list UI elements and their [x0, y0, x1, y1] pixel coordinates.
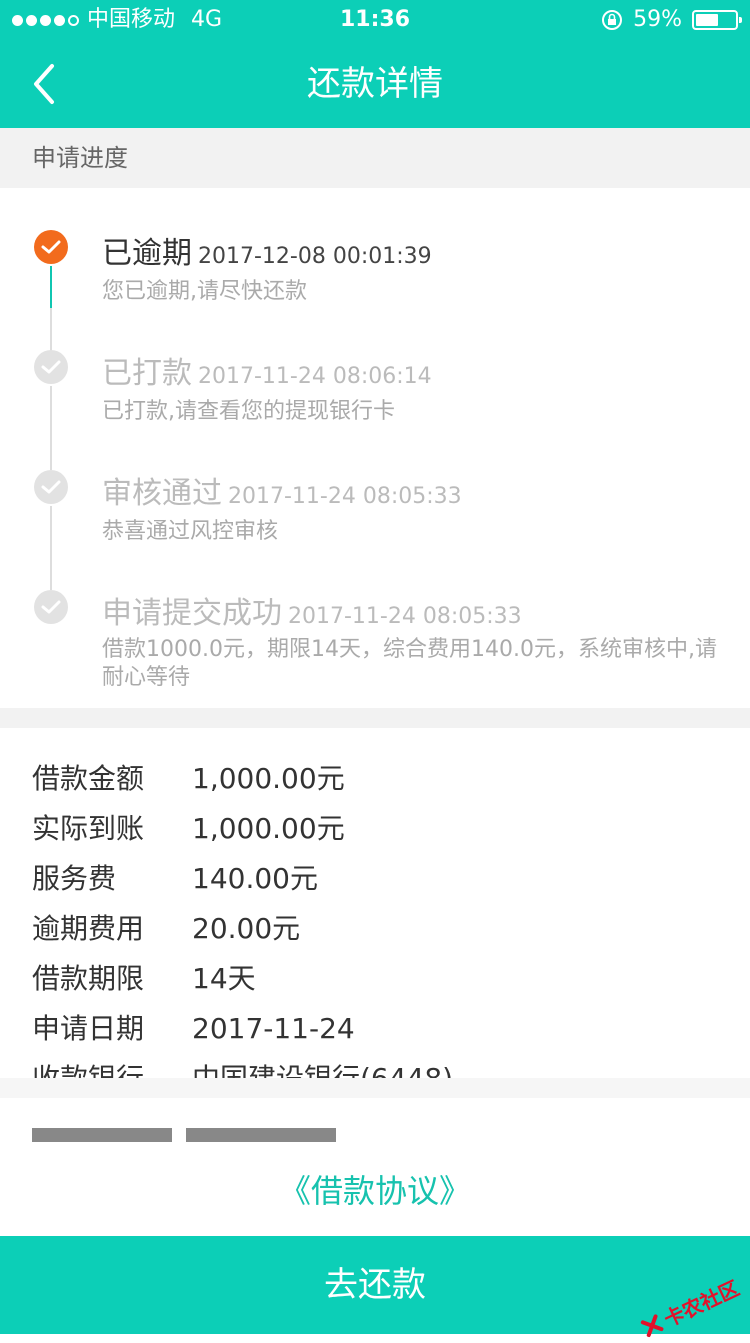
step-date: 2017-11-24 08:05:33	[228, 484, 462, 509]
progress-header-label: 申请进度	[32, 144, 128, 172]
detail-label: 借款期限	[32, 962, 145, 995]
detail-label: 逾期费用	[32, 912, 145, 945]
detail-row: 服务费 140.00元	[32, 854, 318, 904]
step-date: 2017-11-24 08:05:33	[288, 604, 522, 629]
battery-icon	[692, 10, 742, 30]
detail-label: 申请日期	[32, 1012, 145, 1045]
timeline-connector	[50, 386, 52, 470]
detail-row: 借款金额 1,000.00元	[32, 754, 345, 804]
detail-value: 1,000.00元	[192, 762, 345, 795]
detail-row: 申请日期 2017-11-24	[32, 1004, 355, 1054]
step-title: 审核通过 2017-11-24 08:05:33	[102, 468, 462, 512]
step-description: 您已逾期,请尽快还款	[102, 279, 307, 304]
progress-section-header: 申请进度	[0, 128, 750, 188]
step-check-icon	[34, 350, 68, 384]
step-date: 2017-12-08 00:01:39	[198, 244, 432, 269]
detail-value: 14天	[192, 962, 256, 995]
step-title: 申请提交成功 2017-11-24 08:05:33	[102, 588, 522, 632]
detail-value: 20.00元	[192, 912, 301, 945]
step-title-text: 申请提交成功	[102, 596, 282, 631]
rotation-lock-icon	[602, 10, 623, 30]
step-title: 已打款 2017-11-24 08:06:14	[102, 348, 432, 392]
step-title-text: 已打款	[102, 356, 192, 391]
detail-row: 借款期限 14天	[32, 954, 256, 1004]
watermark-logo-icon	[640, 1313, 664, 1337]
detail-label: 服务费	[32, 862, 117, 895]
loan-agreement-link[interactable]: 《借款协议》	[0, 1166, 750, 1212]
battery-level-fill	[696, 14, 718, 26]
step-check-icon	[34, 230, 68, 264]
step-title-text: 审核通过	[102, 476, 222, 511]
step-date: 2017-11-24 08:06:14	[198, 364, 432, 389]
timeline-connector-active	[50, 266, 52, 308]
detail-label: 借款金额	[32, 762, 145, 795]
detail-row: 逾期费用 20.00元	[32, 904, 300, 954]
top-bar: 中国移动 4G 11:36 59% 还款详情	[0, 0, 750, 128]
step-description: 借款1000.0元，期限14天，综合费用140.0元，系统审核中,请耐心等待	[102, 637, 717, 690]
step-title-text: 已逾期	[102, 236, 192, 271]
nav-bar: 还款详情	[0, 40, 750, 128]
progress-timeline: 已逾期 2017-12-08 00:01:39 您已逾期,请尽快还款 已打款 201…	[0, 188, 750, 708]
timeline-connector	[50, 506, 52, 590]
detail-value: 140.00元	[192, 862, 318, 895]
section-divider	[0, 708, 750, 728]
page-title: 还款详情	[307, 64, 443, 104]
detail-value: 2017-11-24	[192, 1012, 355, 1045]
step-description: 已打款,请查看您的提现银行卡	[102, 399, 395, 424]
step-check-icon	[34, 470, 68, 504]
step-description: 恭喜通过风控审核	[102, 519, 279, 544]
clipped-row	[32, 1128, 432, 1142]
detail-label: 实际到账	[32, 812, 145, 845]
detail-value: 1,000.00元	[192, 812, 345, 845]
detail-row: 实际到账 1,000.00元	[32, 804, 345, 854]
battery-percent: 59%	[633, 7, 682, 32]
overlay-edge	[0, 1078, 750, 1098]
step-title: 已逾期 2017-12-08 00:01:39	[102, 228, 432, 272]
status-bar: 中国移动 4G 11:36 59%	[0, 0, 750, 40]
step-check-icon	[34, 590, 68, 624]
